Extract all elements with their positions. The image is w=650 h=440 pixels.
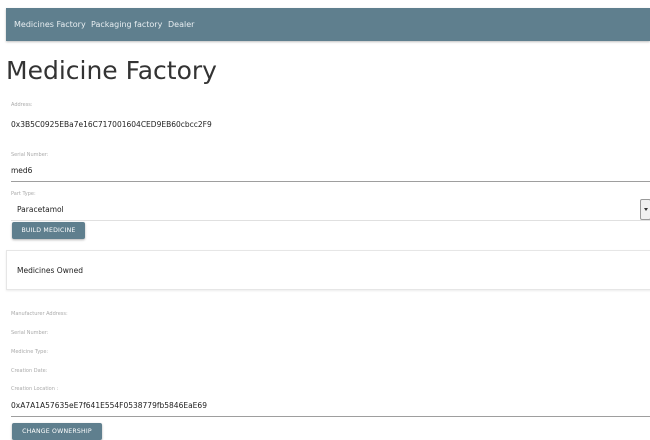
address-value: 0x3B5C0925EBa7e16C717001604CED9EB60cbcc2… [11,120,212,129]
medicine-type-label: Medicine Type: [11,349,49,355]
chevron-down-icon [644,208,648,211]
detail-serial-number-label: Serial Number: [11,330,49,336]
part-type-dropdown-arrow[interactable] [640,199,650,220]
medicines-owned-card: Medicines Owned [6,250,650,290]
page-title: Medicine Factory [6,56,217,85]
creation-date-label: Creation Date: [11,368,48,374]
creation-location-label: Creation Location : [11,386,59,392]
serial-number-input[interactable]: med6 [11,166,32,175]
serial-number-label: Serial Number: [11,152,49,158]
nav-link-packaging-factory[interactable]: Packaging factory [91,20,162,29]
new-owner-address-input[interactable]: 0xA7A1A57635eE7f641E554F0538779fb5846EaE… [11,401,207,410]
build-medicine-button[interactable]: Build Medicine [12,222,85,239]
manufacturer-address-label: Manufacturer Address: [11,311,68,317]
top-navbar: Medicines Factory Packaging factory Deal… [6,8,650,41]
change-ownership-button[interactable]: Change Ownership [12,423,102,440]
nav-link-dealer[interactable]: Dealer [168,20,194,29]
part-type-label: Part Type: [11,191,36,197]
new-owner-underline [11,416,650,417]
address-label: Address: [11,102,33,108]
part-type-selected-value: Paracetamol [17,205,64,214]
serial-number-underline [11,181,650,182]
part-type-select[interactable]: Paracetamol [11,200,650,221]
nav-link-medicines-factory[interactable]: Medicines Factory [14,20,86,29]
medicines-owned-title: Medicines Owned [17,266,83,275]
